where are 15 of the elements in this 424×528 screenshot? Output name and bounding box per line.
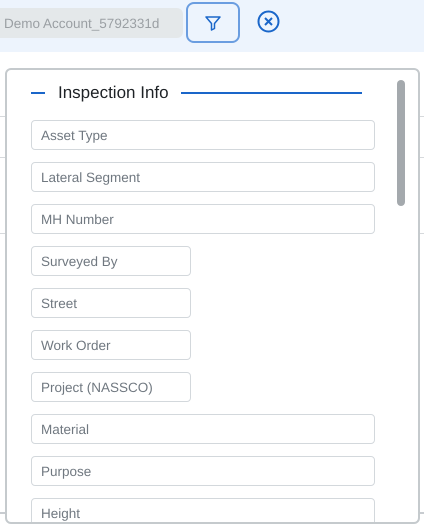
input-field[interactable]: Lateral Segment — [31, 162, 375, 192]
scrollbar-thumb[interactable] — [397, 80, 405, 206]
filter-button[interactable] — [186, 2, 240, 43]
input-field[interactable]: Height — [31, 498, 375, 522]
filter-icon — [204, 14, 222, 32]
section-title: Inspection Info — [58, 82, 169, 104]
input-field[interactable]: Project (NASSCO) — [31, 372, 191, 402]
input-field[interactable]: Street — [31, 288, 191, 318]
input-field[interactable]: Work Order — [31, 330, 191, 360]
input-field[interactable]: Asset Type — [31, 120, 375, 150]
input-field[interactable]: Material — [31, 414, 375, 444]
input-field[interactable]: MH Number — [31, 204, 375, 234]
close-icon[interactable] — [257, 10, 280, 33]
input-field[interactable]: Surveyed By — [31, 246, 191, 276]
input-field[interactable]: Purpose — [31, 456, 375, 486]
